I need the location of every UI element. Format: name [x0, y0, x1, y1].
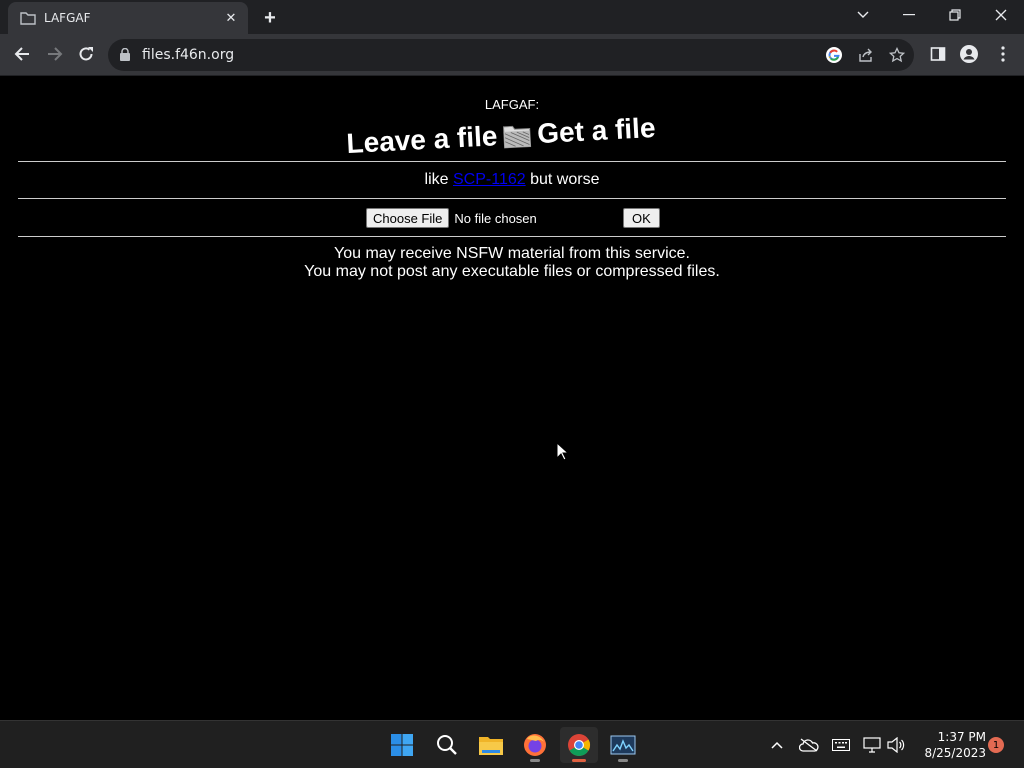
address-bar[interactable]: files.f46n.org [108, 39, 914, 71]
close-window-button[interactable] [978, 0, 1024, 30]
search-icon[interactable] [428, 727, 466, 763]
tagline: like SCP-1162 but worse [0, 171, 1024, 189]
file-policy-notice: You may not post any executable files or… [304, 263, 720, 280]
chevron-up-icon[interactable] [766, 735, 788, 755]
folder-favicon-icon [20, 10, 36, 26]
file-upload-row: Choose File No file chosen [366, 208, 537, 228]
tab-lafgaf[interactable]: LAFGAF ✕ [8, 2, 248, 34]
browser-menu-icon[interactable] [993, 44, 1013, 64]
profile-icon[interactable] [959, 44, 979, 64]
keyboard-icon[interactable] [830, 735, 852, 755]
network-icon[interactable] [861, 735, 883, 755]
clock-time: 1:37 PM [937, 730, 986, 744]
running-indicator [618, 759, 628, 762]
browser-toolbar: files.f46n.org [0, 34, 1024, 76]
reload-button[interactable] [71, 39, 101, 69]
file-status-text: No file chosen [454, 210, 537, 226]
restore-button[interactable] [932, 0, 978, 30]
tab-title: LAFGAF [44, 11, 91, 25]
folder-icon [503, 121, 532, 149]
clock-date: 8/25/2023 [924, 746, 986, 760]
active-indicator [572, 759, 586, 762]
chrome-icon[interactable] [560, 727, 598, 763]
choose-file-button[interactable]: Choose File [366, 208, 450, 228]
running-indicator [530, 759, 540, 762]
mouse-cursor-icon [556, 441, 570, 466]
tab-close-icon[interactable]: ✕ [222, 9, 240, 27]
forward-button[interactable] [40, 39, 70, 69]
scp-1162-link[interactable]: SCP-1162 [453, 171, 526, 188]
resource-monitor-icon[interactable] [604, 727, 642, 763]
page-content: LAFGAF: Leave a file Get a file like SCP… [0, 77, 1024, 720]
start-icon[interactable] [383, 727, 421, 763]
google-icon[interactable] [824, 45, 844, 65]
new-tab-button[interactable]: + [258, 6, 282, 30]
volume-icon[interactable] [885, 735, 907, 755]
back-button[interactable] [7, 39, 37, 69]
nsfw-notice: You may receive NSFW material from this … [334, 245, 690, 262]
url-text[interactable]: files.f46n.org [142, 47, 234, 63]
banner-left-text: Leave a file [345, 120, 499, 160]
tagline-suffix: but worse [530, 171, 600, 188]
ok-submit-button[interactable]: OK [623, 208, 660, 228]
banner-right-text: Get a file [536, 111, 657, 150]
taskbar: 1:37 PM 8/25/2023 1 [0, 720, 1024, 768]
taskbar-clock[interactable]: 1:37 PM 8/25/2023 [912, 729, 986, 761]
divider [18, 161, 1006, 162]
banner-heading: Leave a file Get a file [335, 102, 667, 169]
minimize-button[interactable] [886, 0, 932, 30]
file-explorer-icon[interactable] [472, 727, 510, 763]
side-panel-icon[interactable] [928, 44, 948, 64]
lock-icon[interactable] [120, 47, 130, 66]
onedrive-offline-icon[interactable] [798, 735, 820, 755]
tab-search-button[interactable] [840, 0, 886, 30]
notification-badge[interactable]: 1 [988, 737, 1004, 753]
firefox-icon[interactable] [516, 727, 554, 763]
divider [18, 236, 1006, 237]
share-icon[interactable] [856, 45, 876, 65]
bookmark-star-icon[interactable] [887, 45, 907, 65]
tagline-prefix: like [424, 171, 449, 188]
tab-strip: LAFGAF ✕ + [0, 0, 1024, 34]
divider [18, 198, 1006, 199]
